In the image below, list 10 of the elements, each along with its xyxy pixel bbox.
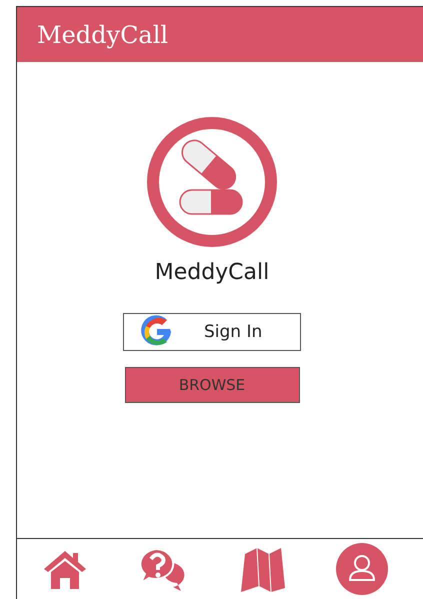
google-sign-in-button[interactable]: Sign In (123, 313, 301, 351)
profile-icon (336, 543, 388, 595)
pill-logo-icon (146, 116, 278, 248)
home-icon (42, 549, 88, 589)
nav-button[interactable] (42, 549, 88, 589)
app-name: MeddyCall (154, 260, 270, 285)
nav-button[interactable] (238, 546, 287, 592)
map-icon (238, 546, 287, 592)
app-title: MeddyCall (37, 20, 168, 48)
nav-button[interactable] (336, 543, 388, 595)
